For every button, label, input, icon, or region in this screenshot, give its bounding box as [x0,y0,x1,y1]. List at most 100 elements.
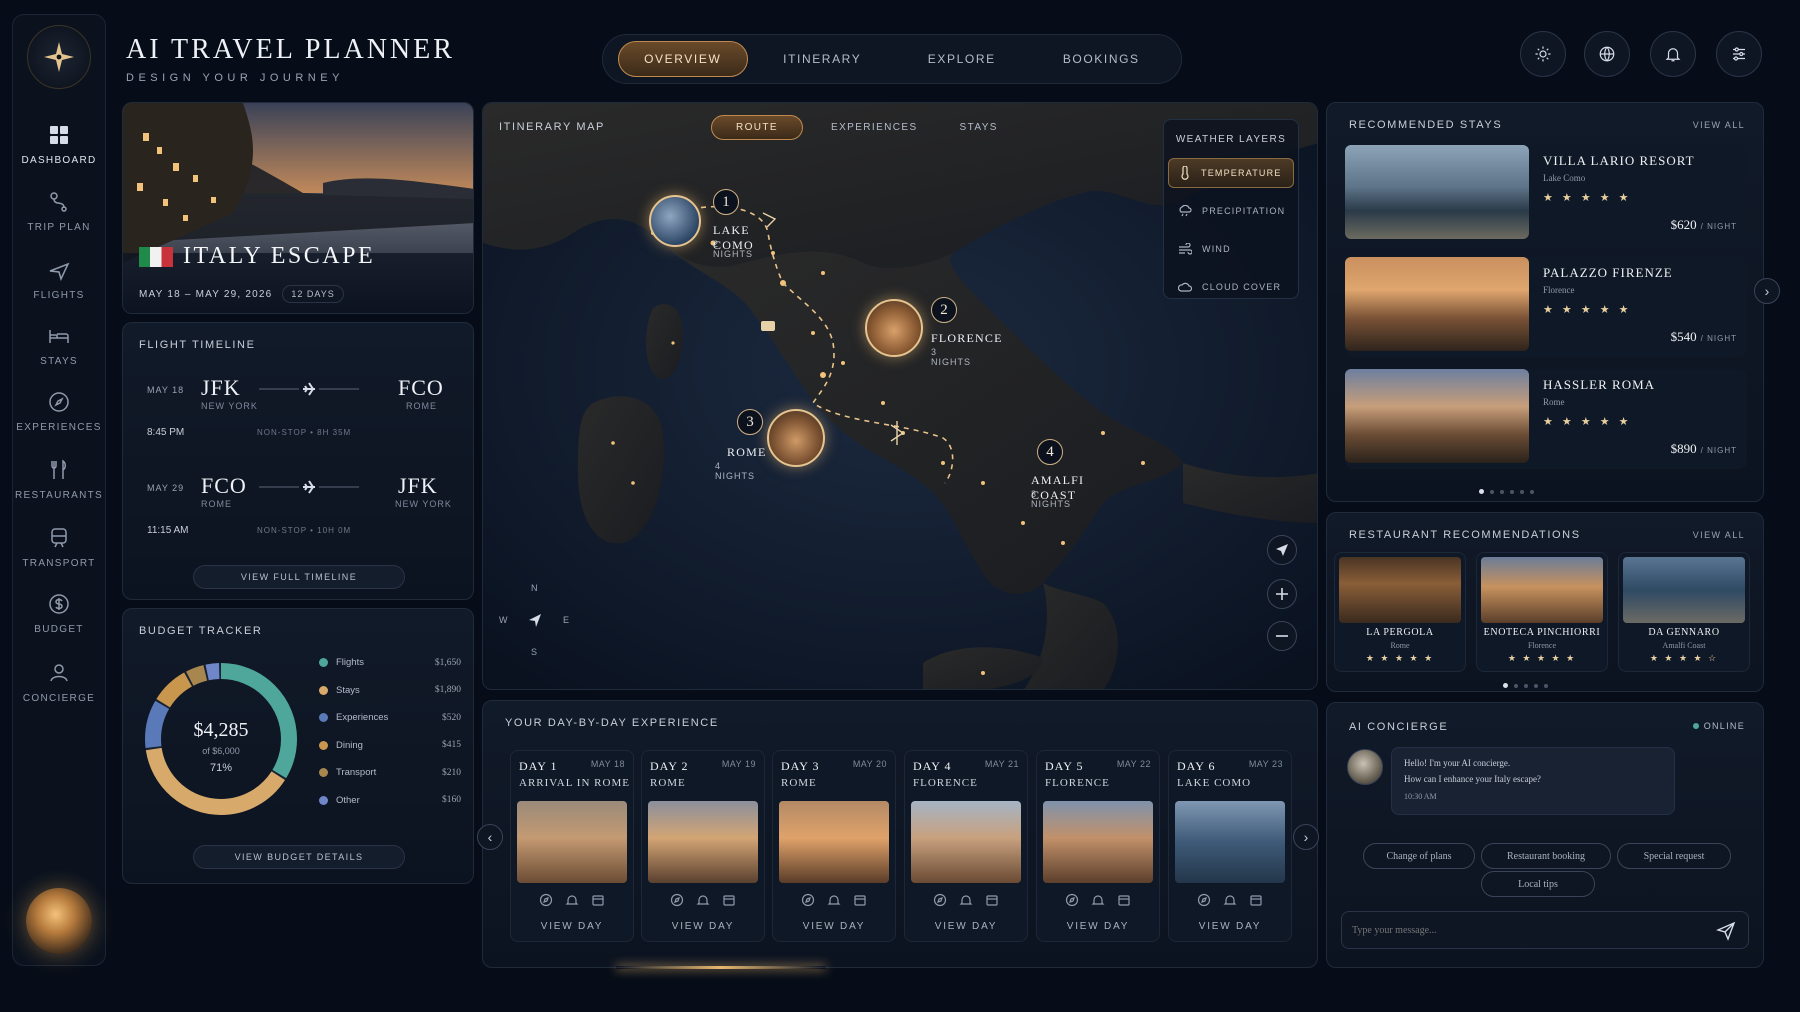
day-card[interactable]: DAY 6 MAY 23 LAKE COMO VIEW DAY [1168,750,1292,942]
budget-legend-item: Flights $1,650 [319,657,461,668]
restaurant-card[interactable]: LA PERGOLA Rome ★ ★ ★ ★ ★ [1334,552,1466,672]
view-day-button[interactable]: VIEW DAY [642,921,764,932]
chip-restaurant-booking[interactable]: Restaurant booking [1481,843,1611,869]
bell-icon [1223,893,1237,907]
activity-icon [933,893,947,907]
language-button[interactable] [1584,31,1630,77]
day-card[interactable]: DAY 4 MAY 21 FLORENCE VIEW DAY [904,750,1028,942]
restaurant-image [1481,557,1603,623]
message-line-1: Hello! I'm your AI concierge. [1404,758,1511,768]
chip-special-request[interactable]: Special request [1617,843,1731,869]
stays-pager[interactable] [1479,489,1534,494]
flight-leg[interactable]: MAY 29 FCO ROME JFK NEW YORK 11:15 AM NO… [123,473,473,559]
layer-cloud-cover[interactable]: CLOUD COVER [1168,272,1294,302]
grid-icon [47,123,71,147]
message-time: 10:30 AM [1404,792,1437,801]
restaurant-rating: ★ ★ ★ ★ ★ [1507,653,1577,663]
chip-change-of-plans[interactable]: Change of plans [1363,843,1475,869]
day-card[interactable]: DAY 3 MAY 20 ROME VIEW DAY [772,750,896,942]
layer-wind[interactable]: WIND [1168,234,1294,264]
sidebar-item-trip-plan[interactable]: TRIP PLAN [13,190,105,233]
day-label: DAY 2 [650,759,689,773]
view-day-button[interactable]: VIEW DAY [773,921,895,932]
tab-explore[interactable]: EXPLORE [897,42,1027,76]
sidebar-item-label: CONCIERGE [22,693,96,704]
budget-legend-item: Dining $415 [319,740,461,751]
message-input[interactable] [1352,918,1692,942]
stay-rating: ★ ★ ★ ★ ★ [1543,416,1632,428]
map-tab-route[interactable]: ROUTE [711,115,803,140]
sidebar-item-concierge[interactable]: CONCIERGE [13,661,105,704]
trip-hero-card[interactable]: ITALY ESCAPE MAY 18 – MAY 29, 2026 12 DA… [122,102,474,314]
day-card[interactable]: DAY 5 MAY 22 FLORENCE VIEW DAY [1036,750,1160,942]
message-input-wrapper [1341,911,1749,949]
notifications-button[interactable] [1650,31,1696,77]
settings-button[interactable] [1716,31,1762,77]
chip-local-tips[interactable]: Local tips [1481,871,1595,897]
day-card[interactable]: DAY 1 MAY 18 ARRIVAL IN ROME VIEW DAY [510,750,634,942]
days-prev-button[interactable]: ‹ [477,824,503,850]
layer-precipitation[interactable]: PRECIPITATION [1168,196,1294,226]
compass-logo-icon[interactable] [27,25,91,89]
view-day-button[interactable]: VIEW DAY [1169,921,1291,932]
tab-itinerary[interactable]: ITINERARY [757,42,887,76]
stay-card[interactable]: VILLA LARIO RESORT Lake Como ★ ★ ★ ★ ★ $620… [1345,145,1747,245]
stays-next-button[interactable]: › [1754,278,1780,304]
restaurant-card[interactable]: ENOTECA PINCHIORRI Florence ★ ★ ★ ★ ★ [1476,552,1608,672]
map-tab-experiences[interactable]: EXPERIENCES [817,115,932,140]
send-button[interactable] [1716,921,1736,941]
theme-button[interactable] [1520,31,1566,77]
flight-origin-city: NEW YORK [201,401,258,411]
restaurants-pager[interactable] [1503,683,1548,688]
map-tab-stays[interactable]: STAYS [946,115,1012,140]
legend-label: Dining [336,739,363,751]
stay-image [1345,145,1529,239]
stay-card[interactable]: HASSLER ROMA Rome ★ ★ ★ ★ ★ $890/ NIGHT [1345,369,1747,469]
tab-overview[interactable]: OVERVIEW [617,41,748,77]
sidebar-item-label: FLIGHTS [33,290,85,301]
locate-button[interactable] [1267,535,1297,565]
stay-card[interactable]: PALAZZO FIRENZE Florence ★ ★ ★ ★ ★ $540/ NI… [1345,257,1747,357]
weather-layers-title: WEATHER LAYERS [1175,134,1287,145]
view-day-button[interactable]: VIEW DAY [511,921,633,932]
tab-bookings[interactable]: BOOKINGS [1036,42,1166,76]
sidebar-item-stays[interactable]: STAYS [13,324,105,367]
florence-thumbnail [865,299,923,357]
lake-como-thumbnail [649,195,701,247]
days-next-button[interactable]: › [1293,824,1319,850]
stop-name: FLORENCE [931,331,1003,345]
day-date: MAY 19 [721,759,756,769]
plane-icon [47,258,71,282]
calendar-icon [591,893,605,907]
flight-origin: FCO [201,473,247,498]
zoom-in-button[interactable] [1267,579,1297,609]
sidebar-item-transport[interactable]: TRANSPORT [13,526,105,569]
sidebar-item-budget[interactable]: BUDGET [13,592,105,635]
days-scroll-indicator[interactable] [616,966,826,969]
restaurants-view-all-link[interactable]: VIEW ALL [1693,530,1745,540]
budget-legend-item: Transport $210 [319,767,461,778]
view-day-button[interactable]: VIEW DAY [1037,921,1159,932]
stay-image [1345,369,1529,463]
app-title: AI TRAVEL PLANNER [126,34,455,65]
sidebar-item-restaurants[interactable]: RESTAURANTS [13,458,105,501]
layer-temperature[interactable]: TEMPERATURE [1168,158,1294,188]
sidebar-item-experiences[interactable]: EXPERIENCES [13,390,105,433]
restaurant-rating: ★ ★ ★ ★ ☆ [1649,653,1719,663]
compass-icon [47,390,71,414]
restaurant-card[interactable]: DA GENNARO Amalfi Coast ★ ★ ★ ★ ☆ [1618,552,1750,672]
sidebar-item-dashboard[interactable]: DASHBOARD [13,123,105,166]
stop-number: 2 [931,297,957,323]
chevron-right-icon: › [1303,829,1309,845]
flight-leg[interactable]: MAY 18 JFK NEW YORK FCO ROME 8:45 PM NON… [123,375,473,461]
view-budget-details-button[interactable]: VIEW BUDGET DETAILS [193,845,405,869]
view-day-button[interactable]: VIEW DAY [905,921,1027,932]
stays-view-all-link[interactable]: VIEW ALL [1693,120,1745,130]
day-card[interactable]: DAY 2 MAY 19 ROME VIEW DAY [641,750,765,942]
budget-total: $4,285 [193,719,249,741]
zoom-out-button[interactable] [1267,621,1297,651]
ai-orb-button[interactable] [26,888,92,954]
legend-amount: $520 [442,712,461,723]
view-full-timeline-button[interactable]: VIEW FULL TIMELINE [193,565,405,589]
sidebar-item-flights[interactable]: FLIGHTS [13,258,105,301]
